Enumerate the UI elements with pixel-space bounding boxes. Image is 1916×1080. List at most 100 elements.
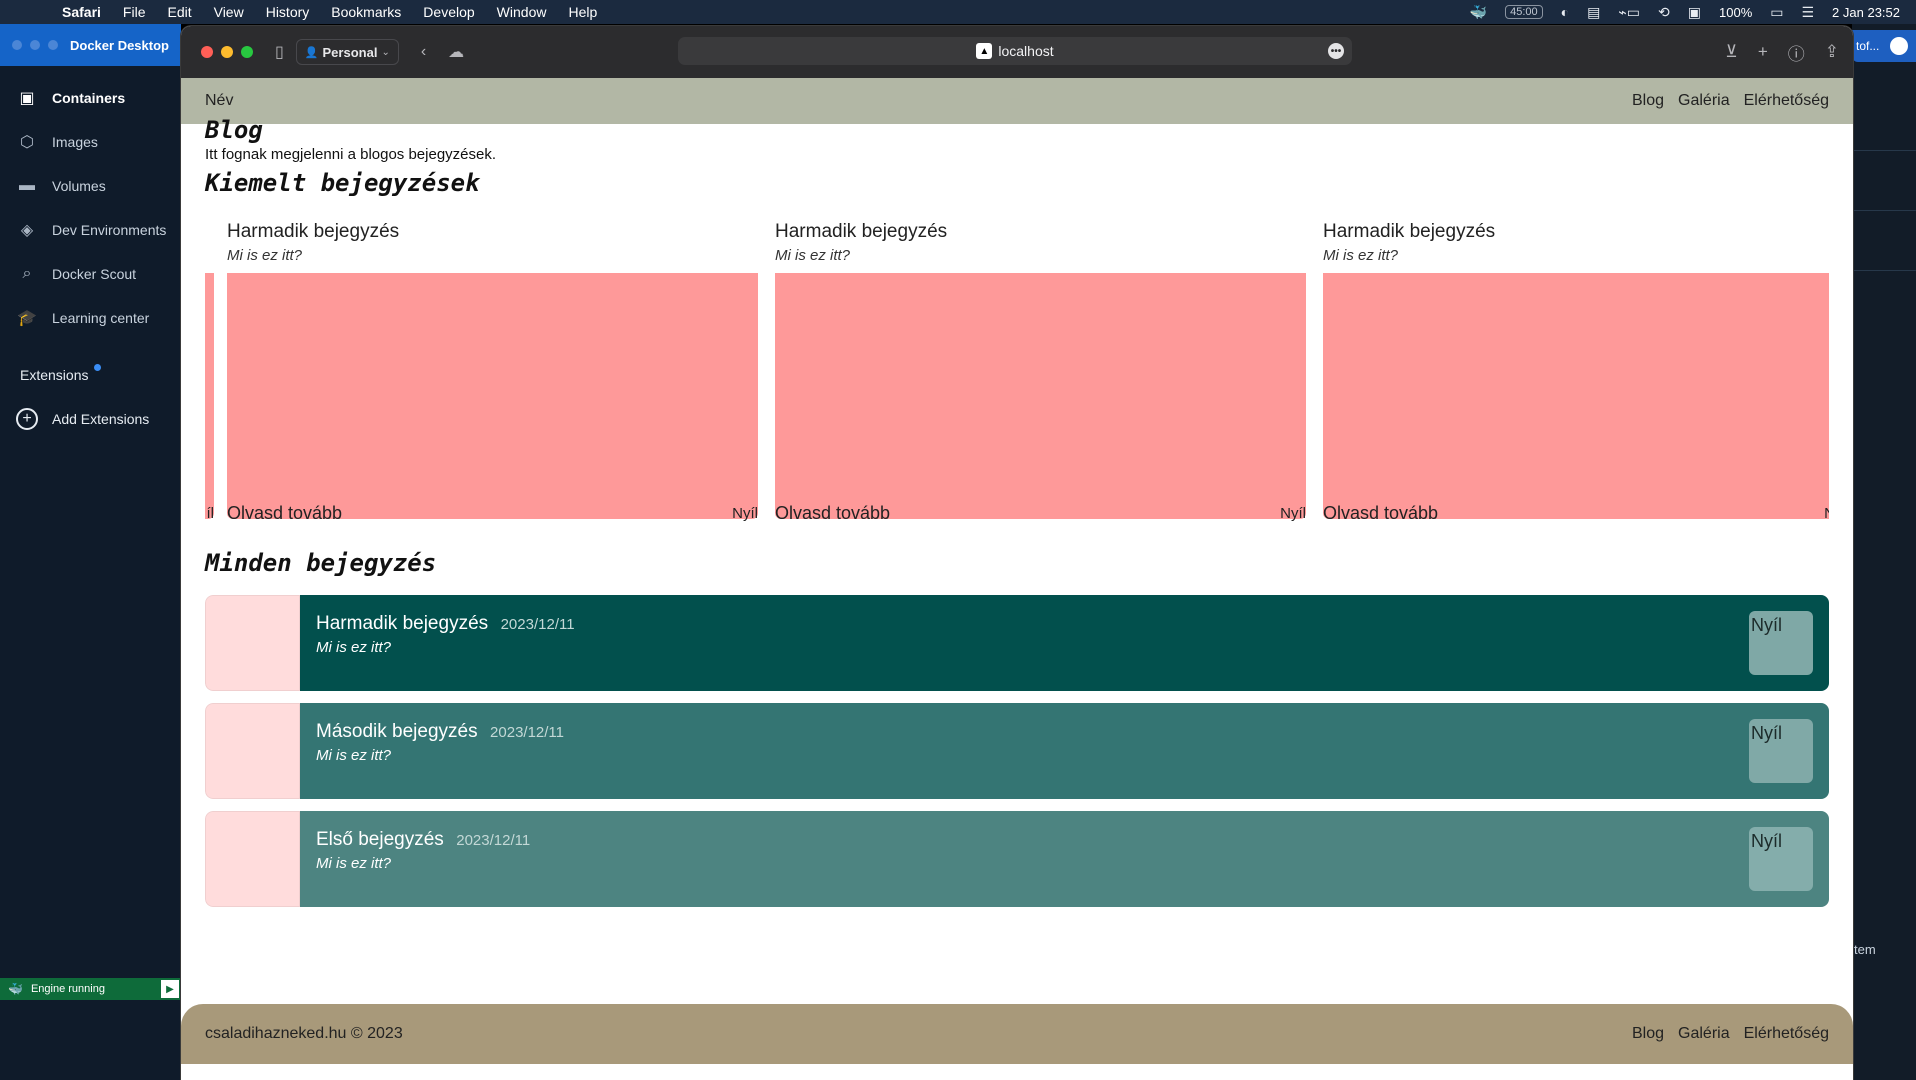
display-icon[interactable]: ▣ bbox=[1688, 4, 1701, 21]
post-title[interactable]: Második bejegyzés bbox=[316, 721, 478, 742]
web-page: Név Blog Galéria Elérhetőség Blog Itt fo… bbox=[181, 78, 1853, 1080]
play-icon[interactable]: ▶ bbox=[161, 980, 179, 998]
docker-sidebar: ▣ Containers ⬡ Images ▬ Volumes ◈ Dev En… bbox=[0, 76, 181, 340]
sidebar-item-dev-environments[interactable]: ◈ Dev Environments bbox=[0, 208, 181, 252]
time-machine-icon[interactable]: ⟲ bbox=[1658, 4, 1670, 21]
menu-edit[interactable]: Edit bbox=[167, 4, 191, 20]
footer-link-blog[interactable]: Blog bbox=[1632, 1025, 1664, 1043]
window-controls bbox=[201, 46, 253, 58]
add-extensions-button[interactable]: + Add Extensions bbox=[0, 404, 181, 434]
featured-card[interactable]: Harmadik bejegyzés Mi is ez itt? Olvasd … bbox=[775, 221, 1306, 521]
menu-develop[interactable]: Develop bbox=[423, 4, 474, 20]
menu-history[interactable]: History bbox=[266, 4, 310, 20]
account-tab[interactable]: tof... bbox=[1852, 30, 1916, 62]
plus-icon: + bbox=[16, 408, 38, 430]
docker-whale-icon[interactable]: 🐳 bbox=[1470, 4, 1487, 21]
battery-extra-icon[interactable]: ⌁▭ bbox=[1618, 4, 1640, 21]
read-more-link[interactable]: Olvasd tovább bbox=[227, 503, 342, 521]
menu-bookmarks[interactable]: Bookmarks bbox=[331, 4, 401, 20]
read-more-link[interactable]: Olvasd tovább bbox=[1323, 503, 1438, 521]
sidebar-item-label: Images bbox=[52, 134, 98, 150]
profile-selector[interactable]: 👤 Personal ⌄ bbox=[295, 39, 399, 65]
containers-icon: ▣ bbox=[19, 90, 35, 107]
downloads-icon[interactable]: ⊻ bbox=[1725, 42, 1737, 62]
all-posts-section-title: Minden bejegyzés bbox=[205, 549, 437, 577]
docker-scout-icon: ⌕ bbox=[22, 265, 32, 282]
post-subtitle: Mi is ez itt? bbox=[316, 747, 392, 764]
sidebar-item-images[interactable]: ⬡ Images bbox=[0, 120, 181, 164]
post-arrow-button[interactable]: Nyíl bbox=[1749, 719, 1813, 783]
clock[interactable]: 2 Jan 23:52 bbox=[1832, 5, 1900, 20]
nav-link-blog[interactable]: Blog bbox=[1632, 92, 1664, 110]
window-close-button[interactable] bbox=[12, 40, 22, 50]
featured-arrow-link[interactable]: Nyíl bbox=[1280, 505, 1306, 521]
post-title[interactable]: Harmadik bejegyzés bbox=[316, 613, 488, 634]
featured-arrow-link[interactable]: íl bbox=[207, 505, 215, 521]
featured-card-prev-partial[interactable]: íl bbox=[205, 221, 214, 521]
nav-link-contact[interactable]: Elérhetőség bbox=[1744, 92, 1829, 110]
share-icon[interactable]: ⇪ bbox=[1825, 42, 1839, 62]
featured-arrow-link[interactable]: Nyíl bbox=[732, 505, 758, 521]
person-icon: 👤 bbox=[304, 46, 319, 59]
post-date: 2023/12/11 bbox=[500, 616, 575, 633]
site-brand[interactable]: Név bbox=[205, 92, 1632, 110]
footer-link-contact[interactable]: Elérhetőség bbox=[1744, 1025, 1829, 1043]
chevron-down-icon: ⌄ bbox=[381, 46, 390, 58]
menu-view[interactable]: View bbox=[214, 4, 244, 20]
notes-icon[interactable]: ▤ bbox=[1587, 4, 1600, 21]
sidebar-item-label: Containers bbox=[52, 90, 126, 106]
post-subtitle: Mi is ez itt? bbox=[316, 639, 392, 656]
featured-section-title: Kiemelt bejegyzések bbox=[205, 169, 480, 197]
post-row[interactable]: Harmadik bejegyzés 2023/12/11 Mi is ez i… bbox=[205, 595, 1829, 691]
address-bar[interactable]: ▲ localhost ••• bbox=[678, 37, 1352, 65]
status-app-icon[interactable]: ◐ bbox=[1561, 4, 1569, 20]
icloud-tabs-icon[interactable]: ☁ bbox=[448, 42, 464, 62]
read-more-link[interactable]: Olvasd tovább bbox=[775, 503, 890, 521]
sidebar-item-volumes[interactable]: ▬ Volumes bbox=[0, 164, 181, 208]
menu-window[interactable]: Window bbox=[497, 4, 547, 20]
post-arrow-button[interactable]: Nyíl bbox=[1749, 611, 1813, 675]
post-thumbnail bbox=[205, 595, 300, 691]
close-button[interactable] bbox=[201, 46, 213, 58]
menu-file[interactable]: File bbox=[123, 4, 146, 20]
info-icon[interactable]: ⓘ bbox=[1788, 40, 1805, 65]
nav-link-gallery[interactable]: Galéria bbox=[1678, 92, 1730, 110]
zoom-button[interactable] bbox=[241, 46, 253, 58]
post-arrow-button[interactable]: Nyíl bbox=[1749, 827, 1813, 891]
featured-card-title: Harmadik bejegyzés bbox=[775, 221, 948, 242]
minimize-button[interactable] bbox=[221, 46, 233, 58]
sidebar-item-label: Learning center bbox=[52, 310, 150, 326]
sidebar-item-docker-scout[interactable]: ⌕ Docker Scout bbox=[0, 252, 181, 296]
menu-help[interactable]: Help bbox=[568, 4, 597, 20]
battery-icon[interactable]: ▭ bbox=[1770, 4, 1783, 21]
window-zoom-button[interactable] bbox=[48, 40, 58, 50]
sidebar-toggle-icon[interactable]: ▯ bbox=[275, 42, 284, 62]
back-icon[interactable]: ‹ bbox=[421, 43, 426, 61]
featured-card-subtitle: Mi is ez itt? bbox=[227, 247, 303, 264]
post-date: 2023/12/11 bbox=[456, 832, 531, 849]
featured-arrow-link[interactable]: N bbox=[1824, 505, 1829, 521]
learning-center-icon: 🎓 bbox=[17, 310, 37, 327]
footer-link-gallery[interactable]: Galéria bbox=[1678, 1025, 1730, 1043]
menu-app-safari[interactable]: Safari bbox=[62, 4, 101, 20]
page-description: Itt fognak megjelenni a blogos bejegyzés… bbox=[205, 146, 497, 163]
post-title[interactable]: Első bejegyzés bbox=[316, 829, 444, 850]
more-options-icon[interactable]: ••• bbox=[1328, 43, 1344, 59]
site-favicon: ▲ bbox=[976, 43, 993, 59]
timer-badge[interactable]: 45:00 bbox=[1505, 5, 1543, 19]
window-minimize-button[interactable] bbox=[30, 40, 40, 50]
sidebar-item-containers[interactable]: ▣ Containers bbox=[0, 76, 181, 120]
featured-card[interactable]: Harmadik bejegyzés Mi is ez itt? Olvasd … bbox=[1323, 221, 1829, 521]
featured-card[interactable]: Harmadik bejegyzés Mi is ez itt? Olvasd … bbox=[227, 221, 758, 521]
new-tab-icon[interactable]: + bbox=[1758, 42, 1768, 62]
sidebar-item-label: Dev Environments bbox=[52, 222, 167, 238]
control-center-icon[interactable]: ☰ bbox=[1801, 4, 1814, 21]
featured-card-subtitle: Mi is ez itt? bbox=[775, 247, 851, 264]
sidebar-item-learning-center[interactable]: 🎓 Learning center bbox=[0, 296, 181, 340]
post-row[interactable]: Második bejegyzés 2023/12/11 Mi is ez it… bbox=[205, 703, 1829, 799]
extensions-header[interactable]: Extensions bbox=[0, 360, 181, 390]
post-row[interactable]: Első bejegyzés 2023/12/11 Mi is ez itt? … bbox=[205, 811, 1829, 907]
engine-status-text: Engine running bbox=[30, 983, 105, 995]
post-row-body: Második bejegyzés 2023/12/11 Mi is ez it… bbox=[300, 703, 1829, 799]
post-row-body: Első bejegyzés 2023/12/11 Mi is ez itt? … bbox=[300, 811, 1829, 907]
